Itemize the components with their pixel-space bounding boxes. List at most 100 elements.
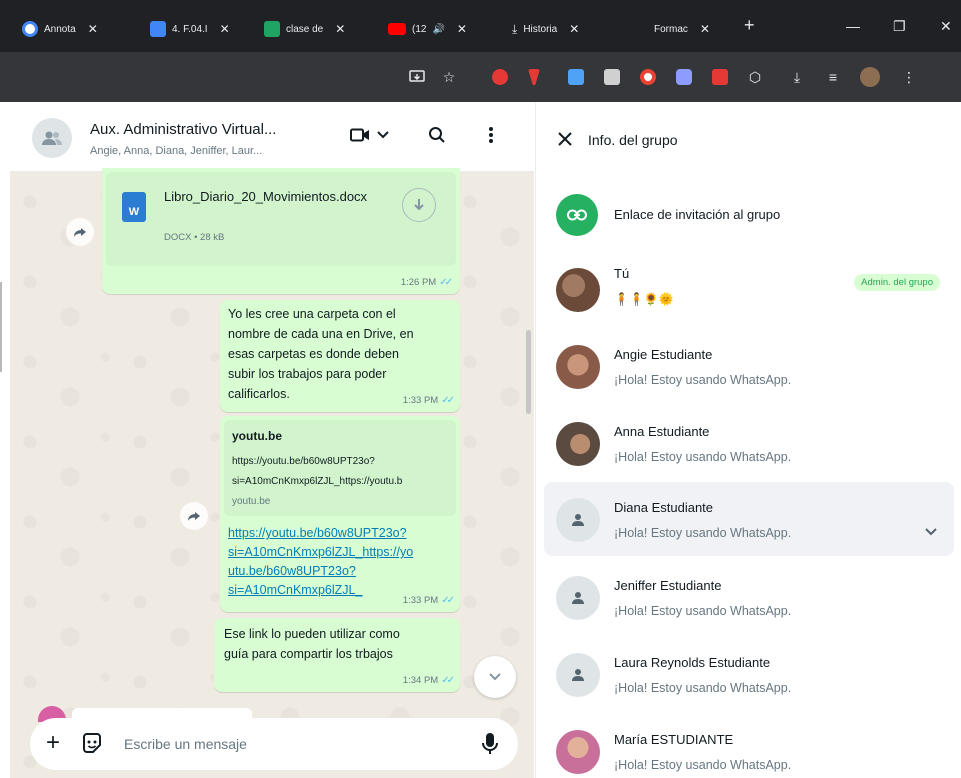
sticker-emoji-icon[interactable] [80,732,104,756]
browser-toolbar: ☆ ⬡ ⤓ ≡ ⋮ [0,52,961,102]
close-tab-icon[interactable]: ✕ [220,22,230,36]
member-row[interactable]: María ESTUDIANTE ¡Hola! Estoy usando Wha… [544,714,954,778]
link-message[interactable]: youtu.be https://youtu.be/b60w8UPT23o? s… [220,416,460,612]
read-ticks-icon: ✓✓ [441,595,455,606]
link-preview-title: youtu.be [232,429,282,443]
document-message[interactable]: W Libro_Diario_20_Movimientos.docx DOCX … [102,168,460,294]
member-status: 🧍🧍🌻🌞 [614,292,674,306]
message-bubble: Yo les cree una carpeta con el nombre de… [220,300,460,412]
member-status: ¡Hola! Estoy usando WhatsApp. [614,681,792,695]
media-control-icon[interactable]: ≡ [824,68,842,86]
window-close-button[interactable]: ✕ [940,18,952,35]
extension-icon[interactable] [528,69,540,85]
member-name: María ESTUDIANTE [614,732,734,747]
video-camera-icon [350,128,369,142]
member-avatar [556,653,600,697]
invite-link-label: Enlace de invitación al grupo [614,207,781,222]
search-button[interactable] [428,126,446,144]
microphone-icon[interactable] [480,732,500,756]
message-meta: 1:33 PM ✓✓ [402,395,455,406]
document-meta: DOCX • 28 kB [164,232,225,243]
chat-title[interactable]: Aux. Administrativo Virtual... [90,121,320,138]
chevron-down-icon[interactable] [924,524,938,538]
read-ticks-icon: ✓✓ [441,395,455,406]
browser-tab[interactable]: 4. F.04.I ✕ [150,14,230,44]
google-sheets-icon [264,21,280,37]
member-avatar [556,730,600,774]
browser-tab[interactable]: clase de ✕ [264,14,345,44]
message-composer: + [30,718,518,770]
message-meta: 1:26 PM ✓✓ [400,277,453,288]
member-row[interactable]: Diana Estudiante ¡Hola! Estoy usando Wha… [544,482,954,556]
audio-playing-icon: 🔊 [432,23,445,35]
google-docs-icon [150,21,166,37]
message-text: Ese link lo pueden utilizar como guía pa… [224,627,400,661]
search-icon [429,127,445,143]
forward-icon [188,512,200,521]
forward-button[interactable] [66,218,94,246]
word-file-icon: W [122,192,146,222]
extension-icon[interactable] [676,69,692,85]
link-icon [556,194,598,236]
member-avatar [556,268,600,312]
download-button[interactable] [402,188,436,222]
extension-icon[interactable] [568,69,584,85]
scroll-to-bottom-button[interactable] [474,656,516,698]
member-row[interactable]: Anna Estudiante ¡Hola! Estoy usando What… [544,406,954,480]
close-tab-icon[interactable]: ✕ [569,22,579,36]
member-row[interactable]: Angie Estudiante ¡Hola! Estoy usando Wha… [544,329,954,403]
youtube-icon [388,23,406,35]
member-avatar [556,498,600,542]
browser-tab[interactable]: ⤓ Historia ✕ [512,14,579,44]
pdf-extension-icon[interactable] [712,69,728,85]
extension-icon[interactable] [640,69,656,85]
new-tab-button[interactable]: + [744,15,755,36]
close-tab-icon[interactable]: ✕ [335,22,345,36]
close-tab-icon[interactable]: ✕ [88,22,98,36]
browser-tab[interactable]: (12 🔊 ✕ [388,14,467,44]
document-card[interactable]: W Libro_Diario_20_Movimientos.docx DOCX … [106,172,456,266]
chat-scrollbar[interactable] [526,330,531,414]
member-name: Tú [614,266,630,281]
extensions-puzzle-icon[interactable]: ⬡ [746,68,764,86]
install-app-icon[interactable] [408,68,426,86]
attach-plus-icon[interactable]: + [46,730,60,756]
member-name: Jeniffer Estudiante [614,578,722,593]
extension-icon[interactable] [492,69,508,85]
browser-tab[interactable]: Formac ✕ [654,14,710,44]
read-ticks-icon: ✓✓ [441,675,455,686]
member-name: Diana Estudiante [614,500,714,515]
message-text: Yo les cree una carpeta con el nombre de… [228,307,414,401]
close-tab-icon[interactable]: ✕ [457,22,467,36]
minimize-button[interactable]: — [846,18,860,34]
chat-header[interactable]: Aux. Administrativo Virtual... Angie, An… [10,102,534,172]
group-icon [42,131,62,145]
forward-button[interactable] [180,502,208,530]
admin-badge: Admin. del grupo [854,274,940,291]
link-preview-card[interactable]: youtu.be https://youtu.be/b60w8UPT23o? s… [224,420,456,516]
bookmark-star-icon[interactable]: ☆ [440,68,458,86]
member-row[interactable]: Laura Reynolds Estudiante ¡Hola! Estoy u… [544,637,954,711]
forward-icon [74,228,86,237]
restore-button[interactable]: ❐ [893,18,906,35]
default-user-icon [572,669,584,681]
close-icon[interactable] [556,130,574,148]
group-info-header: Info. del grupo [536,102,961,176]
group-avatar[interactable] [32,118,72,158]
close-tab-icon[interactable]: ✕ [700,22,710,36]
panel-title: Info. del grupo [588,132,678,148]
invite-link-row[interactable]: Enlace de invitación al grupo [536,190,961,240]
message-meta: 1:34 PM ✓✓ [402,675,455,686]
extension-icon[interactable] [604,69,620,85]
video-call-button[interactable] [350,128,390,142]
downloads-icon[interactable]: ⤓ [788,68,806,86]
kebab-menu-icon [489,127,493,143]
member-row[interactable]: Jeniffer Estudiante ¡Hola! Estoy usando … [544,560,954,634]
message-link[interactable]: https://youtu.be/b60w8UPT23o? si=A10mCnK… [228,524,458,600]
profile-avatar-icon[interactable] [860,67,880,87]
chat-menu-button[interactable] [488,126,494,144]
member-row-you[interactable]: Tú 🧍🧍🌻🌞 Admin. del grupo [544,252,954,326]
browser-menu-icon[interactable]: ⋮ [900,68,918,86]
message-input[interactable] [124,732,454,756]
browser-tab[interactable]: Annota ✕ [22,14,98,44]
